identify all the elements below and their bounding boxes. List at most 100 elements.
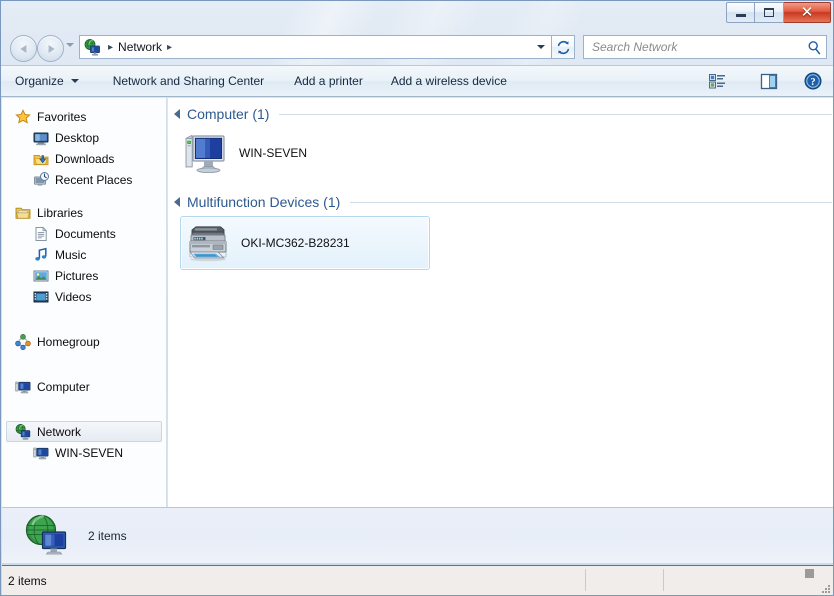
network-icon — [15, 423, 31, 440]
sidebar-label: Music — [55, 247, 87, 262]
group-label: Computer (1) — [187, 106, 270, 122]
group-divider — [350, 201, 832, 203]
refresh-button[interactable] — [551, 35, 575, 59]
forward-button[interactable] — [37, 35, 64, 62]
forward-arrow-icon — [48, 44, 55, 53]
recent-pages-button[interactable] — [66, 43, 74, 47]
sidebar-label: Network — [37, 424, 82, 439]
computer-icon — [33, 445, 49, 461]
chevron-down-icon — [70, 79, 79, 83]
computer-icon — [15, 379, 31, 395]
help-button[interactable]: ? — [799, 68, 827, 94]
network-and-sharing-center-button[interactable]: Network and Sharing Center — [103, 69, 274, 93]
minimize-icon — [727, 3, 754, 22]
sidebar-item-documents[interactable]: Documents — [2, 223, 166, 244]
svg-text:?: ? — [810, 77, 815, 88]
sidebar-label: Desktop — [55, 130, 100, 145]
maximize-icon — [755, 3, 783, 22]
sidebar-label: Libraries — [37, 205, 84, 220]
back-button[interactable] — [10, 35, 37, 62]
downloads-icon — [33, 151, 49, 167]
group-header-multifunction-devices[interactable]: Multifunction Devices (1) — [168, 194, 833, 210]
search-icon[interactable] — [807, 40, 822, 55]
group-items-computer: WIN-SEVEN — [168, 122, 833, 180]
collapse-triangle-icon[interactable] — [174, 197, 180, 207]
sidebar-item-music[interactable]: Music — [2, 244, 166, 265]
network-globe-icon — [24, 513, 70, 559]
sidebar-label: Recent Places — [55, 172, 133, 187]
details-text: 2 items — [88, 528, 127, 543]
network-icon — [84, 38, 101, 56]
recent-places-icon — [33, 171, 49, 188]
sidebar-label: Computer — [37, 379, 90, 394]
chevron-down-icon — [537, 45, 545, 49]
list-item[interactable]: OKI-MC362-B28231 — [180, 216, 430, 270]
group-header-computer[interactable]: Computer (1) — [168, 106, 833, 122]
group-label: Multifunction Devices (1) — [187, 194, 341, 210]
details-pane: 2 items — [2, 507, 833, 563]
breadcrumb[interactable]: ▸ Network ▸ — [79, 35, 551, 59]
close-button[interactable]: ✕ — [784, 2, 831, 23]
file-list-view[interactable]: Computer (1) WIN-SEVEN Multifunction Dev… — [168, 98, 833, 507]
sidebar-item-favorites[interactable]: Favorites — [2, 106, 166, 127]
status-divider — [663, 569, 664, 591]
sidebar-item-downloads[interactable]: Downloads — [2, 148, 166, 169]
list-item-label: WIN-SEVEN — [239, 146, 308, 160]
sidebar-item-recent-places[interactable]: Recent Places — [2, 169, 166, 190]
address-bar: ▸ Network ▸ — [1, 31, 833, 65]
add-a-printer-button[interactable]: Add a printer — [284, 69, 373, 93]
homegroup-icon — [15, 333, 31, 350]
list-item-label: OKI-MC362-B28231 — [241, 236, 350, 250]
network-sharing-label: Network and Sharing Center — [112, 74, 265, 88]
command-bar-right-group: ? — [704, 68, 833, 94]
change-view-button[interactable] — [704, 70, 739, 93]
sidebar-label: Favorites — [37, 109, 87, 124]
breadcrumb-item-network[interactable]: Network — [118, 40, 162, 54]
sidebar-item-homegroup[interactable]: Homegroup — [2, 331, 166, 352]
sidebar-item-win-seven[interactable]: WIN-SEVEN — [2, 442, 166, 463]
sidebar-item-computer[interactable]: Computer — [2, 376, 166, 397]
pictures-icon — [33, 268, 49, 284]
printer-large-icon — [185, 219, 233, 267]
resize-grip[interactable] — [818, 581, 832, 595]
maximize-button[interactable] — [755, 2, 784, 23]
minimize-button[interactable] — [726, 2, 755, 23]
change-view-icon — [709, 73, 725, 88]
search-box[interactable] — [583, 35, 827, 59]
status-indicator — [805, 569, 814, 578]
status-divider — [585, 569, 586, 591]
search-input[interactable] — [592, 40, 807, 54]
organize-button[interactable]: Organize — [5, 69, 89, 93]
breadcrumb-dropdown-button[interactable] — [531, 36, 551, 58]
list-item[interactable]: WIN-SEVEN — [178, 126, 318, 180]
collapse-triangle-icon[interactable] — [174, 109, 180, 119]
libraries-icon — [15, 205, 31, 221]
sidebar-item-libraries[interactable]: Libraries — [2, 202, 166, 223]
preview-pane-button[interactable] — [755, 69, 783, 94]
sidebar-item-pictures[interactable]: Pictures — [2, 265, 166, 286]
sidebar-label: Documents — [55, 226, 116, 241]
documents-icon — [33, 226, 49, 242]
caption-button-group: ✕ — [726, 2, 831, 24]
back-arrow-icon — [19, 44, 26, 53]
title-bar: ✕ — [1, 1, 833, 29]
group-items-multifunction-devices: OKI-MC362-B28231 — [168, 210, 833, 270]
command-bar: Organize Network and Sharing Center Add … — [1, 65, 833, 97]
sidebar-label: Videos — [55, 289, 92, 304]
music-icon — [33, 247, 49, 263]
sidebar-item-network[interactable]: Network — [6, 421, 162, 442]
add-a-wireless-device-button[interactable]: Add a wireless device — [381, 69, 517, 93]
sidebar-label: WIN-SEVEN — [55, 445, 124, 460]
sidebar-item-desktop[interactable]: Desktop — [2, 127, 166, 148]
sidebar-item-videos[interactable]: Videos — [2, 286, 166, 307]
breadcrumb-separator-icon[interactable]: ▸ — [167, 42, 172, 53]
breadcrumb-separator-icon: ▸ — [108, 41, 114, 53]
add-wireless-device-label: Add a wireless device — [390, 74, 507, 88]
close-icon: ✕ — [800, 3, 814, 21]
navigation-pane[interactable]: Favorites Desktop Downloads Recent Place… — [2, 98, 167, 507]
